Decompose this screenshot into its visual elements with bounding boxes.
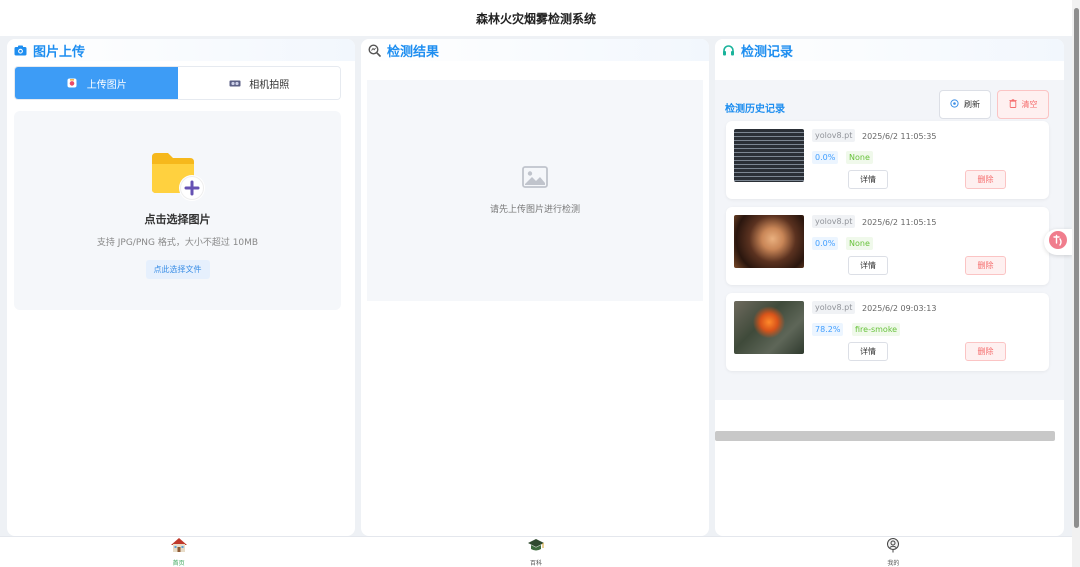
nav-item-encyclopedia[interactable]: 百科: [357, 537, 714, 567]
image-placeholder-icon: [522, 166, 548, 192]
vertical-scrollbar-thumb[interactable]: [1074, 8, 1079, 528]
tab-upload-image-label: 上传图片: [86, 79, 127, 91]
class-tag: None: [846, 237, 873, 250]
result-placeholder: 请先上传图片进行检测: [367, 80, 703, 301]
nav-home-label: 首页: [172, 560, 185, 567]
photo-icon: [66, 77, 79, 90]
record-card: yolov8.pt 2025/6/2 11:05:15 0.0% None 详情…: [726, 207, 1049, 285]
clear-button[interactable]: 清空: [997, 90, 1049, 119]
model-tag: yolov8.pt: [812, 215, 856, 228]
bottom-nav: 首页 百科 我的: [0, 536, 1072, 567]
headset-icon: [722, 44, 735, 57]
upload-format-hint: 支持 JPG/PNG 格式，大小不超过 10MB: [96, 238, 259, 248]
horizontal-scrollbar[interactable]: [715, 431, 1055, 441]
record-time: 2025/6/2 11:05:15: [862, 218, 937, 227]
main-columns: 图片上传 上传图片 相机拍照 点击选择图片 支持 JPG/PNG 格式，大小不超…: [7, 39, 1065, 536]
history-title: 检测历史记录: [725, 104, 785, 115]
model-tag: yolov8.pt: [812, 129, 856, 142]
app-header: 森林火灾烟雾检测系统: [0, 0, 1072, 36]
record-card: yolov8.pt 2025/6/2 11:05:35 0.0% None 详情…: [726, 121, 1049, 199]
result-panel-title: 检测结果: [387, 44, 440, 60]
clear-button-label: 清空: [1021, 100, 1038, 109]
nav-item-mine[interactable]: 我的: [715, 537, 1072, 567]
records-panel-title: 检测记录: [741, 44, 794, 60]
upload-panel: 图片上传 上传图片 相机拍照 点击选择图片 支持 JPG/PNG 格式，大小不超…: [7, 39, 355, 536]
record-time: 2025/6/2 09:03:13: [862, 304, 937, 313]
refresh-button-label: 刷新: [964, 100, 980, 109]
folder-add-icon: [150, 151, 206, 203]
user-icon: [885, 537, 901, 557]
video-camera-icon: [228, 77, 241, 90]
record-thumbnail[interactable]: [734, 129, 804, 182]
graduation-cap-icon: [527, 537, 545, 557]
delete-button[interactable]: 删除: [965, 342, 1006, 361]
nav-item-home[interactable]: 首页: [0, 537, 357, 567]
model-tag: yolov8.pt: [812, 301, 856, 314]
records-area: 检测历史记录 刷新 清空 yolov8.pt 2025/6/2 11:05:35: [715, 80, 1064, 441]
result-panel-header: 检测结果: [361, 39, 709, 61]
upload-drop-area[interactable]: 点击选择图片 支持 JPG/PNG 格式，大小不超过 10MB 点此选择文件: [14, 111, 341, 310]
record-thumbnail[interactable]: [734, 215, 804, 268]
records-panel: 检测记录 检测历史记录 刷新 清空 yolov8.pt 2025/6/2 11:…: [715, 39, 1064, 536]
camera-icon: [14, 44, 27, 57]
detail-button[interactable]: 详情: [848, 170, 888, 189]
detail-button[interactable]: 详情: [848, 256, 888, 275]
record-thumbnail[interactable]: [734, 301, 804, 354]
confidence-tag: 0.0%: [812, 237, 839, 250]
tab-upload-image[interactable]: 上传图片: [15, 67, 178, 99]
record-card: yolov8.pt 2025/6/2 09:03:13 78.2% fire-s…: [726, 293, 1049, 371]
trash-icon: [1008, 99, 1017, 110]
nav-mine-label: 我的: [887, 560, 900, 567]
choose-file-button[interactable]: 点此选择文件: [145, 260, 210, 279]
assistant-icon: [1048, 230, 1068, 254]
nav-encyclopedia-label: 百科: [529, 560, 542, 567]
upload-drop-title: 点击选择图片: [144, 213, 211, 226]
records-panel-header: 检测记录: [715, 39, 1064, 61]
floating-assistant-button[interactable]: [1044, 229, 1072, 255]
tab-camera-photo-label: 相机拍照: [249, 79, 290, 91]
result-placeholder-text: 请先上传图片进行检测: [489, 205, 580, 215]
tab-camera-photo[interactable]: 相机拍照: [177, 67, 340, 99]
result-panel: 检测结果 请先上传图片进行检测: [361, 39, 709, 536]
upload-panel-title: 图片上传: [33, 44, 86, 60]
search-icon: [368, 43, 381, 57]
confidence-tag: 0.0%: [812, 151, 839, 164]
class-tag: None: [846, 151, 873, 164]
detail-button[interactable]: 详情: [848, 342, 888, 361]
class-tag: fire-smoke: [852, 323, 901, 336]
house-icon: [170, 537, 188, 557]
delete-button[interactable]: 删除: [965, 170, 1006, 189]
upload-tabs: 上传图片 相机拍照: [14, 66, 341, 100]
delete-button[interactable]: 删除: [965, 256, 1006, 275]
app-title: 森林火灾烟雾检测系统: [475, 11, 596, 26]
confidence-tag: 78.2%: [812, 323, 844, 336]
refresh-button[interactable]: 刷新: [939, 90, 991, 119]
record-time: 2025/6/2 11:05:35: [862, 132, 937, 141]
refresh-icon: [950, 99, 959, 110]
upload-panel-header: 图片上传: [7, 39, 355, 61]
